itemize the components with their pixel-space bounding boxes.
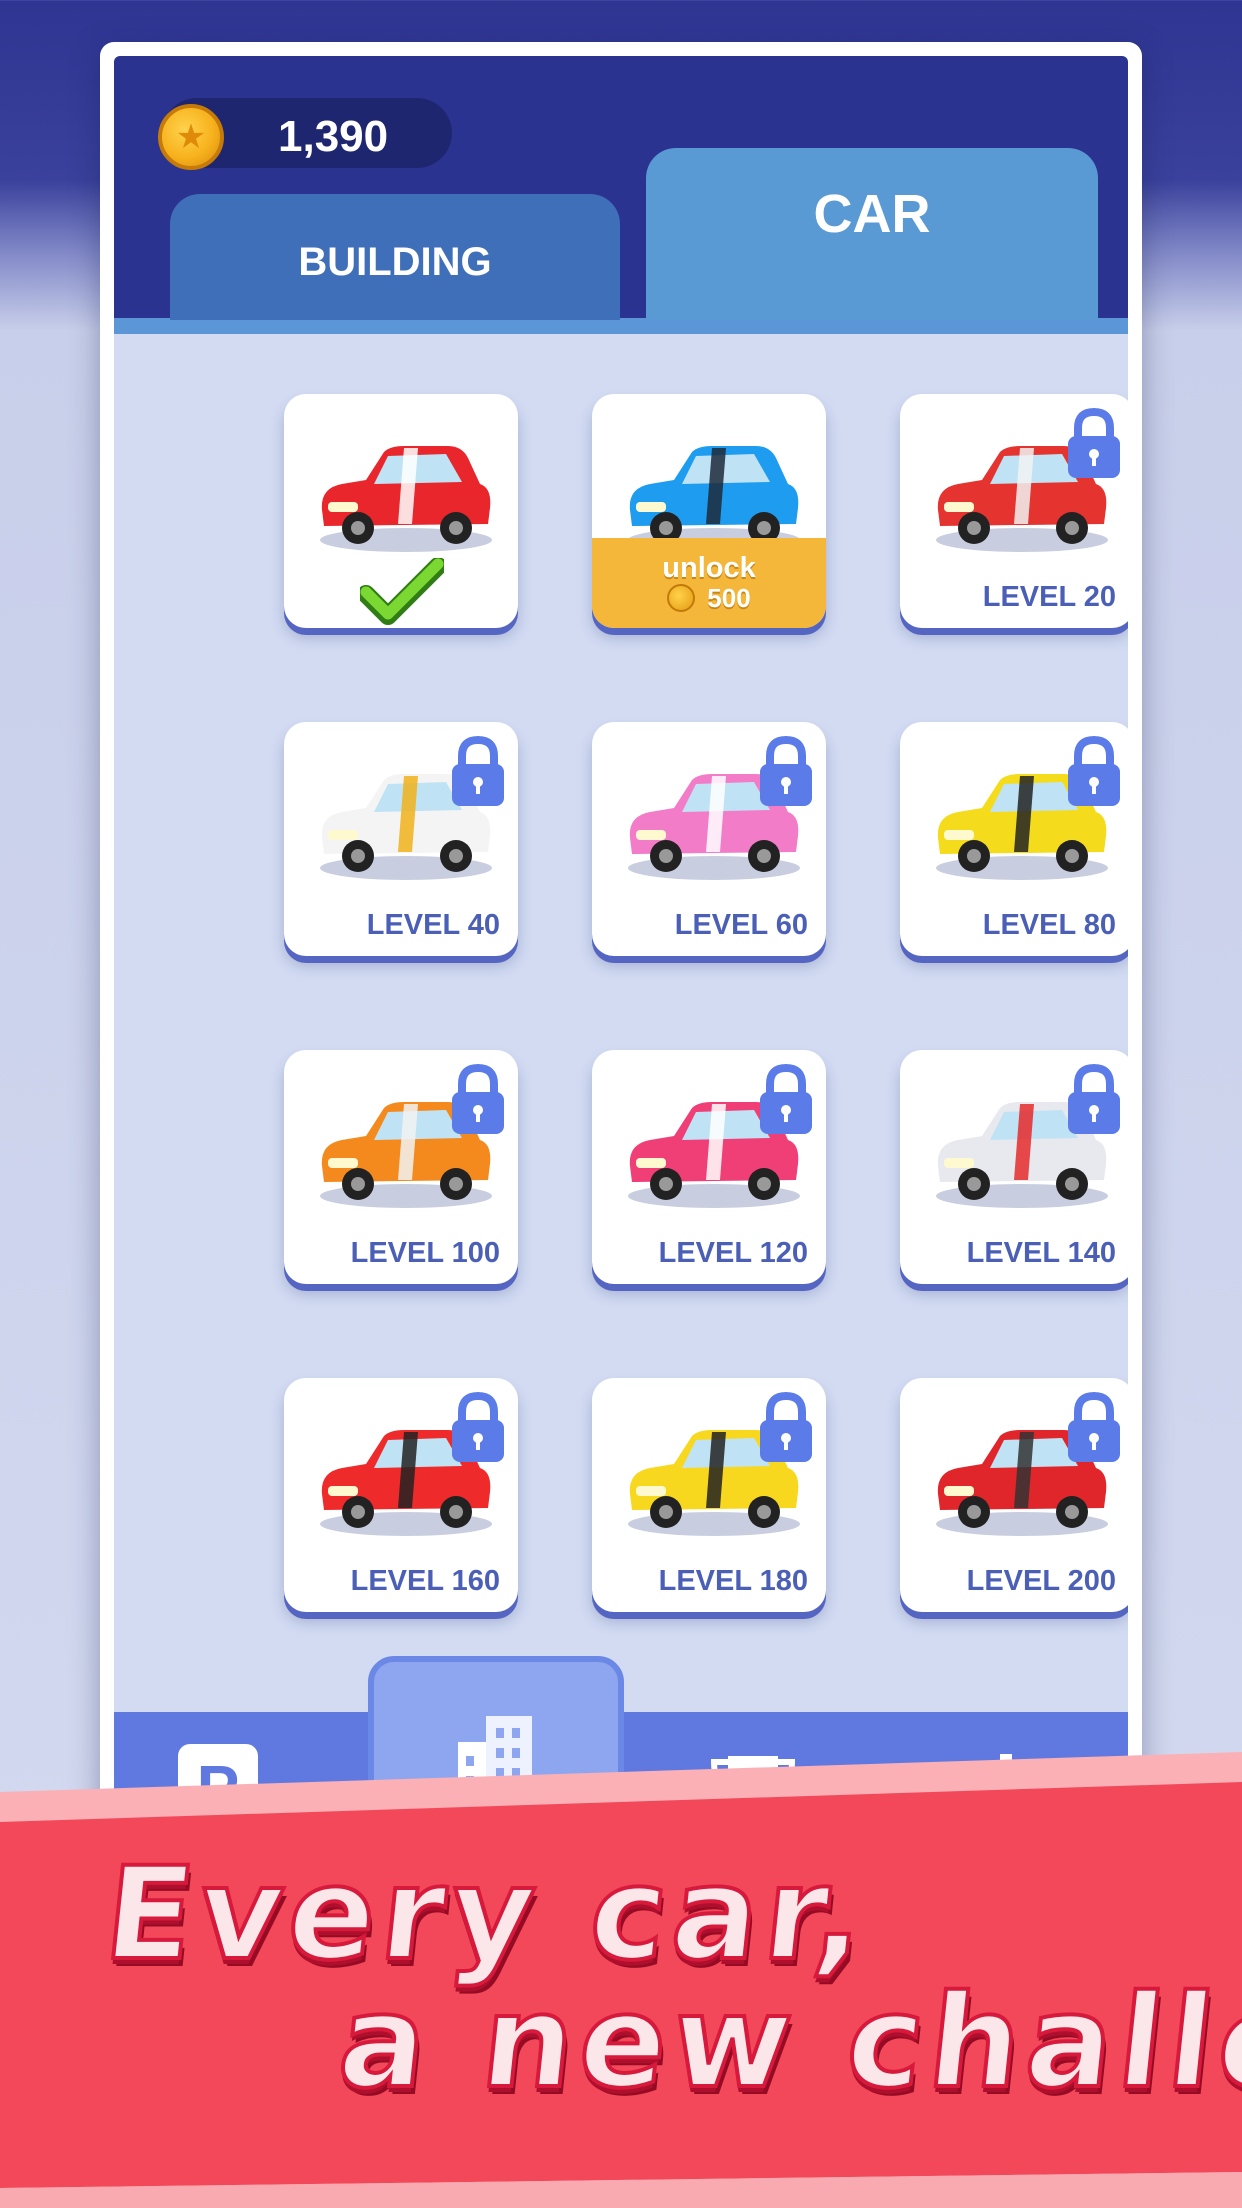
- coin-icon: [667, 584, 696, 612]
- tab-building[interactable]: BUILDING: [170, 194, 620, 320]
- unlock-price: 500: [667, 583, 751, 613]
- car-card-red-hotrod[interactable]: LEVEL 200: [900, 1378, 1128, 1612]
- level-requirement: LEVEL 80: [982, 909, 1116, 941]
- level-requirement: LEVEL 20: [982, 581, 1116, 613]
- car-card-orange-van[interactable]: LEVEL 100: [284, 1050, 518, 1284]
- level-requirement: LEVEL 180: [658, 1565, 808, 1597]
- car-card-red-classic[interactable]: LEVEL 20: [900, 394, 1128, 628]
- car-card-silver-coupe[interactable]: LEVEL 140: [900, 1050, 1128, 1284]
- checkmark-icon: [357, 557, 447, 626]
- car-card-blue-supercar[interactable]: unlock 500: [592, 394, 826, 628]
- lock-icon: [756, 734, 816, 808]
- garage-screen: ★ 1,390 BUILDING CAR unlock 500 LEVEL 20…: [114, 56, 1128, 1942]
- car-image-red-hatchback: [308, 428, 498, 558]
- unlock-button[interactable]: unlock 500: [592, 538, 826, 628]
- unlock-label: unlock: [662, 552, 756, 584]
- tab-building-label: BUILDING: [298, 239, 492, 284]
- car-card-red-hatchback[interactable]: [284, 394, 518, 628]
- tab-underline: [114, 318, 1128, 334]
- coin-balance: 1,390: [278, 112, 389, 161]
- coin-icon: ★: [158, 104, 224, 170]
- slogan-line-2: a new challenge: [330, 1966, 1242, 2119]
- lock-icon: [1064, 1390, 1124, 1464]
- lock-icon: [448, 1390, 508, 1464]
- level-requirement: LEVEL 160: [350, 1565, 500, 1597]
- lock-icon: [448, 1062, 508, 1136]
- lock-icon: [448, 734, 508, 808]
- level-requirement: LEVEL 40: [366, 909, 500, 941]
- level-requirement: LEVEL 60: [674, 909, 808, 941]
- phone-frame: ★ 1,390 BUILDING CAR unlock 500 LEVEL 20…: [100, 42, 1142, 1942]
- slogan-line-1: Every car,: [96, 1838, 880, 1991]
- lock-icon: [1064, 406, 1124, 480]
- level-requirement: LEVEL 200: [966, 1565, 1116, 1597]
- level-requirement: LEVEL 140: [966, 1237, 1116, 1269]
- tab-car-label: CAR: [813, 184, 931, 244]
- level-requirement: LEVEL 120: [658, 1237, 808, 1269]
- lock-icon: [1064, 734, 1124, 808]
- lock-icon: [756, 1062, 816, 1136]
- car-card-red-convertible[interactable]: LEVEL 160: [284, 1378, 518, 1612]
- price-value: 500: [707, 583, 751, 613]
- tab-car[interactable]: CAR: [646, 148, 1098, 320]
- lock-icon: [756, 1390, 816, 1464]
- car-card-taxi-racer[interactable]: LEVEL 40: [284, 722, 518, 956]
- car-card-yellow-rally[interactable]: LEVEL 180: [592, 1378, 826, 1612]
- car-card-pink-mini[interactable]: LEVEL 120: [592, 1050, 826, 1284]
- level-requirement: LEVEL 100: [350, 1237, 500, 1269]
- car-card-pink-cadillac[interactable]: LEVEL 60: [592, 722, 826, 956]
- lock-icon: [1064, 1062, 1124, 1136]
- car-card-yellow-muscle[interactable]: LEVEL 80: [900, 722, 1128, 956]
